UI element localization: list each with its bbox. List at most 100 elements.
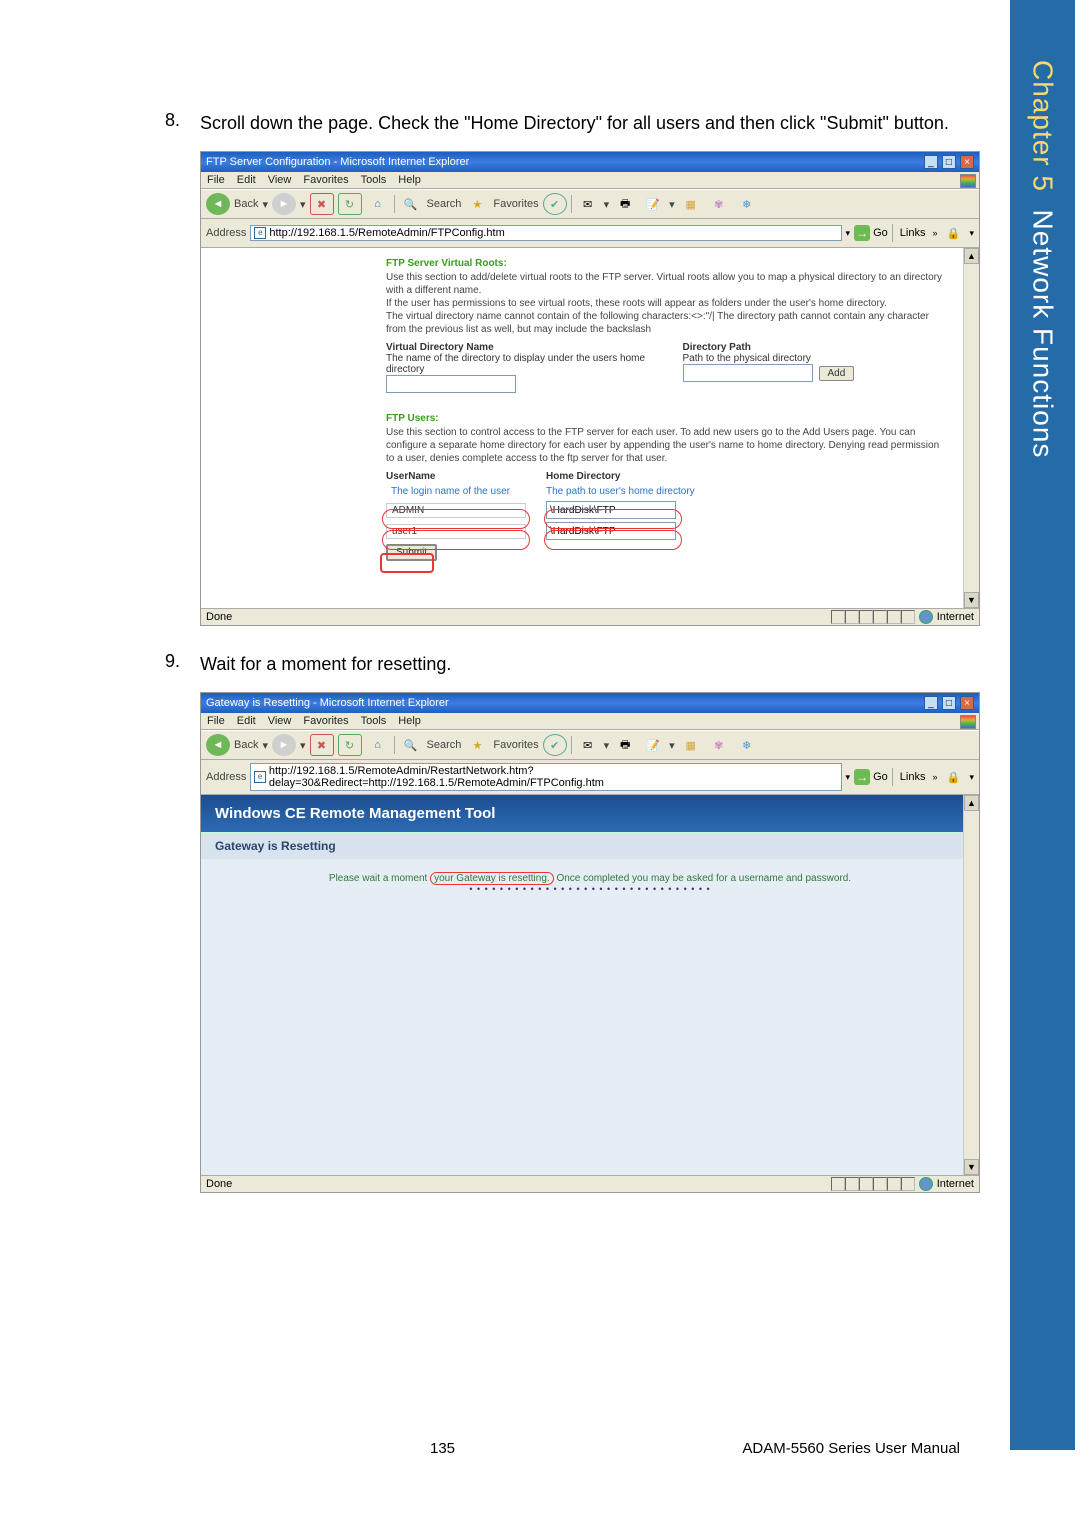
reset-message: Please wait a moment your Gateway is res… [201,873,979,894]
menu-bar: File Edit View Favorites Tools Help [201,172,979,189]
ftp-users-desc: Use this section to control access to th… [386,426,949,465]
address-input-2[interactable]: ehttp://192.168.1.5/RemoteAdmin/RestartN… [250,763,841,791]
back-button[interactable]: ◄ [206,193,230,215]
vdn-input[interactable] [386,375,516,393]
scroll-down-icon[interactable]: ▼ [964,592,979,608]
mail-icon[interactable]: ✉ [576,193,600,215]
scroll-down-icon-2[interactable]: ▼ [964,1159,979,1175]
history-icon[interactable]: ✔ [543,193,567,215]
status-zone: Internet [937,611,974,623]
scroll-up-icon-2[interactable]: ▲ [964,795,979,811]
print-icon-2[interactable]: 🖶 [613,734,637,756]
menu-edit[interactable]: Edit [237,174,256,186]
home-button-2[interactable]: ⌂ [366,734,390,756]
scrollbar[interactable]: ▲ ▼ [963,248,979,608]
favorites-icon[interactable]: ★ [465,193,489,215]
screenshot-1: FTP Server Configuration - Microsoft Int… [200,151,980,626]
search-label: Search [427,198,462,210]
window-titlebar-2: Gateway is Resetting - Microsoft Interne… [201,693,979,713]
menu-edit-2[interactable]: Edit [237,715,256,727]
virtual-roots-desc: Use this section to add/delete virtual r… [386,271,949,336]
favorites-label: Favorites [493,198,538,210]
menu-favorites-2[interactable]: Favorites [303,715,348,727]
internet-zone-icon [919,610,933,624]
go-button-2[interactable]: →Go [854,769,888,785]
window-title: FTP Server Configuration - Microsoft Int… [206,156,469,168]
reset-progress-dots: • • • • • • • • • • • • • • • • • • • • … [201,884,979,894]
print-icon[interactable]: 🖶 [613,193,637,215]
internet-zone-icon-2 [919,1177,933,1191]
homedir-header: Home Directory [546,471,620,482]
ie-logo-icon [960,174,976,188]
favorites-icon-2[interactable]: ★ [465,734,489,756]
tool-icon-2[interactable]: ✾ [707,193,731,215]
ftp-users-title: FTP Users: [386,413,949,424]
tool-icon-1b[interactable]: ▦ [679,734,703,756]
forward-button-2[interactable]: ► [272,734,296,756]
links-extra-icon[interactable]: 🔒 [941,222,965,244]
tool-icon-1[interactable]: ▦ [679,193,703,215]
dp-sub: Path to the physical directory [683,353,950,364]
step-9-num: 9. [150,651,180,677]
address-url: http://192.168.1.5/RemoteAdmin/FTPConfig… [269,227,504,239]
side-tab: Chapter 5 Network Functions [1010,0,1075,1450]
back-button-2[interactable]: ◄ [206,734,230,756]
mail-icon-2[interactable]: ✉ [576,734,600,756]
address-bar-2: Address ehttp://192.168.1.5/RemoteAdmin/… [201,760,979,795]
scroll-up-icon[interactable]: ▲ [964,248,979,264]
links-label[interactable]: Links [897,227,929,239]
menu-file[interactable]: File [207,174,225,186]
scrollbar-2[interactable]: ▲ ▼ [963,795,979,1175]
address-bar: Address ehttp://192.168.1.5/RemoteAdmin/… [201,219,979,248]
minimize-button-2[interactable]: _ [924,696,938,710]
status-done: Done [206,611,232,623]
menu-help-2[interactable]: Help [398,715,421,727]
back-label: Back [234,198,258,210]
virtual-roots-title: FTP Server Virtual Roots: [386,258,949,269]
status-bar: Done Internet [201,608,979,625]
username-sub: The login name of the user [386,485,526,498]
username-header: UserName [386,471,526,482]
status-done-2: Done [206,1178,232,1190]
search-icon[interactable]: 🔍 [399,193,423,215]
page-icon: e [254,227,266,239]
ie-logo-icon-2 [960,715,976,729]
highlight-user1-row [382,530,530,550]
forward-button[interactable]: ► [272,193,296,215]
search-icon-2[interactable]: 🔍 [399,734,423,756]
window-titlebar: FTP Server Configuration - Microsoft Int… [201,152,979,172]
add-button[interactable]: Add [819,366,855,381]
step-9-text: Wait for a moment for resetting. [200,651,980,677]
status-bar-2: Done Internet [201,1175,979,1192]
tool-icon-3[interactable]: ❄ [735,193,759,215]
stop-button[interactable]: ✖ [310,193,334,215]
address-input[interactable]: ehttp://192.168.1.5/RemoteAdmin/FTPConfi… [250,225,841,241]
menu-help[interactable]: Help [398,174,421,186]
maximize-button-2[interactable]: □ [942,696,956,710]
history-icon-2[interactable]: ✔ [543,734,567,756]
edit-icon-2[interactable]: 📝 [641,734,665,756]
menu-tools-2[interactable]: Tools [361,715,387,727]
links-extra-icon-2[interactable]: 🔒 [941,766,965,788]
tool-icon-3b[interactable]: ❄ [735,734,759,756]
chapter-label: Chapter 5 [1028,60,1059,192]
home-button[interactable]: ⌂ [366,193,390,215]
menu-favorites[interactable]: Favorites [303,174,348,186]
minimize-button[interactable]: _ [924,155,938,169]
highlight-user1-homedir [544,530,682,550]
menu-file-2[interactable]: File [207,715,225,727]
tool-icon-2b[interactable]: ✾ [707,734,731,756]
menu-view[interactable]: View [268,174,292,186]
menu-tools[interactable]: Tools [361,174,387,186]
refresh-button-2[interactable]: ↻ [338,734,362,756]
edit-icon[interactable]: 📝 [641,193,665,215]
close-button-2[interactable]: × [960,696,974,710]
go-button[interactable]: →Go [854,225,888,241]
page-number: 135 [430,1440,455,1457]
menu-view-2[interactable]: View [268,715,292,727]
stop-button-2[interactable]: ✖ [310,734,334,756]
maximize-button[interactable]: □ [942,155,956,169]
close-button[interactable]: × [960,155,974,169]
refresh-button[interactable]: ↻ [338,193,362,215]
dp-input[interactable] [683,364,813,382]
